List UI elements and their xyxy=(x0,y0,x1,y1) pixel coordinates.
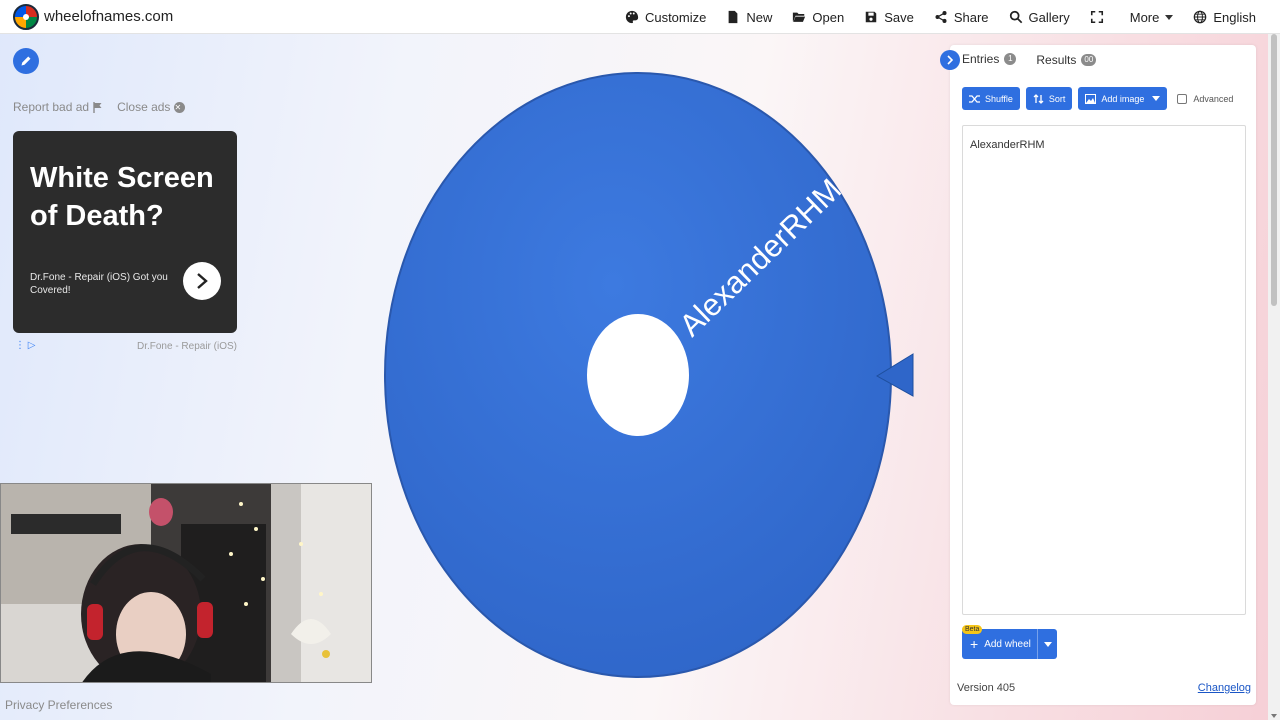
palette-icon xyxy=(625,10,639,24)
wheel[interactable]: AlexanderRHM xyxy=(380,70,920,680)
close-ads-label: Close ads xyxy=(117,100,171,114)
tab-entries[interactable]: Entries 1 xyxy=(962,52,1017,68)
share-button[interactable]: Share xyxy=(934,10,989,25)
top-nav: Customize New Open Save Share Gallery Mo… xyxy=(625,0,1280,34)
search-icon xyxy=(1009,10,1022,24)
collapse-panel-button[interactable] xyxy=(940,50,960,70)
version-text: Version 405 xyxy=(957,682,1016,694)
privacy-preferences-link[interactable]: Privacy Preferences xyxy=(5,698,112,712)
advanced-label: Advanced xyxy=(1193,93,1234,104)
fullscreen-button[interactable] xyxy=(1090,10,1110,24)
pencil-icon xyxy=(21,56,31,66)
ad-footer: ⋮ ▷ Dr.Fone - Repair (iOS) xyxy=(13,339,237,353)
ad-links: Report bad ad Close ads ✕ xyxy=(13,100,186,114)
tab-results[interactable]: Results 00 xyxy=(1036,52,1097,68)
report-bad-ad-label: Report bad ad xyxy=(13,100,90,114)
webcam-overlay xyxy=(0,483,372,683)
open-label: Open xyxy=(812,9,845,25)
save-label: Save xyxy=(884,9,914,25)
ad-banner[interactable]: White Screen of Death? Dr.Fone - Repair … xyxy=(13,131,237,333)
page-scrollbar[interactable] xyxy=(1268,34,1280,720)
beta-badge: Beta xyxy=(962,625,983,634)
more-label: More xyxy=(1129,9,1160,25)
ad-arrow-button[interactable] xyxy=(183,262,221,300)
language-label: English xyxy=(1213,9,1256,25)
share-label: Share xyxy=(953,9,989,25)
shuffle-button[interactable]: Shuffle xyxy=(962,87,1020,110)
logo-icon xyxy=(13,3,39,30)
chevron-down-icon xyxy=(1152,96,1161,101)
sort-label: Sort xyxy=(1048,93,1066,104)
advanced-checkbox[interactable]: Advanced xyxy=(1177,93,1234,104)
customize-button[interactable]: Customize xyxy=(625,10,706,25)
new-label: New xyxy=(746,9,773,25)
save-button[interactable]: Save xyxy=(864,10,914,25)
folder-open-icon xyxy=(793,12,806,22)
wheel-center-button[interactable] xyxy=(587,314,689,436)
new-button[interactable]: New xyxy=(726,10,772,25)
close-icon: ✕ xyxy=(174,101,186,113)
floppy-icon xyxy=(865,11,877,23)
brand[interactable]: wheelofnames.com xyxy=(13,3,174,30)
add-wheel-label: Add wheel xyxy=(984,638,1031,650)
plus-icon: + xyxy=(970,636,979,652)
ad-headline: White Screen of Death? xyxy=(30,162,214,232)
language-button[interactable]: English xyxy=(1193,10,1256,25)
shuffle-icon xyxy=(969,94,980,103)
add-image-button[interactable]: Add image xyxy=(1078,87,1168,110)
more-button[interactable]: More xyxy=(1130,10,1174,25)
gallery-button[interactable]: Gallery xyxy=(1009,10,1070,25)
site-name: wheelofnames.com xyxy=(44,8,174,25)
edit-button[interactable] xyxy=(13,48,39,74)
entries-panel: Entries 1 Results 00 Shuffle Sort Add im… xyxy=(940,45,1256,705)
file-icon xyxy=(729,10,738,24)
entry-line: AlexanderRHM xyxy=(970,139,1045,151)
wheel-canvas: AlexanderRHM xyxy=(384,72,914,678)
changelog-link[interactable]: Changelog xyxy=(1198,682,1251,694)
shuffle-label: Shuffle xyxy=(985,93,1013,104)
add-image-label: Add image xyxy=(1101,93,1145,104)
add-wheel-dropdown[interactable] xyxy=(1038,641,1057,647)
ad-subtext: Dr.Fone - Repair (iOS) Got you Covered! xyxy=(30,272,168,296)
open-button[interactable]: Open xyxy=(792,10,844,25)
top-bar: wheelofnames.com Customize New Open Save… xyxy=(0,0,1280,34)
sort-button[interactable]: Sort xyxy=(1025,87,1073,110)
entries-textarea[interactable]: AlexanderRHM xyxy=(962,125,1246,615)
advanced-checkbox-box[interactable] xyxy=(1177,93,1188,104)
adchoices-icon[interactable]: ⋮ ▷ xyxy=(15,340,35,351)
entries-toolbar: Shuffle Sort Add image Advanced xyxy=(962,87,1233,110)
ad-advertiser[interactable]: Dr.Fone - Repair (iOS) xyxy=(137,341,237,352)
globe-icon xyxy=(1194,10,1207,24)
image-icon xyxy=(1085,93,1097,104)
gallery-label: Gallery xyxy=(1028,9,1070,25)
fullscreen-icon xyxy=(1090,10,1103,24)
share-icon xyxy=(935,11,947,23)
report-bad-ad-link[interactable]: Report bad ad xyxy=(13,100,103,114)
flag-icon xyxy=(93,101,102,113)
panel-tabs: Entries 1 Results 00 xyxy=(962,52,1116,68)
scroll-down-arrow-icon[interactable] xyxy=(1271,714,1277,718)
chevron-right-icon xyxy=(197,273,208,289)
chevron-down-icon xyxy=(1165,14,1174,20)
close-ads-link[interactable]: Close ads ✕ xyxy=(117,100,186,114)
sort-icon xyxy=(1033,93,1044,104)
webcam-feed xyxy=(1,484,371,682)
results-count-badge: 00 xyxy=(1081,54,1097,66)
tab-results-label: Results xyxy=(1036,53,1077,67)
tab-entries-label: Entries xyxy=(962,52,1000,66)
chevron-right-icon xyxy=(947,55,954,65)
customize-label: Customize xyxy=(644,9,707,25)
entries-count-badge: 1 xyxy=(1004,53,1017,65)
scrollbar-thumb[interactable] xyxy=(1271,34,1277,306)
chevron-down-icon xyxy=(1043,641,1052,647)
